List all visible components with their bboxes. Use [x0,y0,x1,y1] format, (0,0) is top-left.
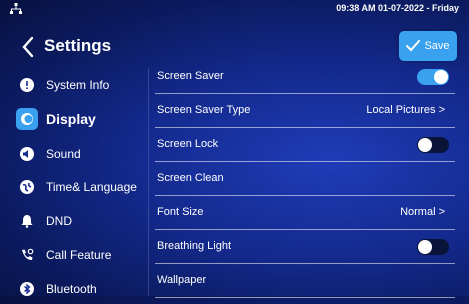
screen-lock-toggle[interactable] [417,137,449,153]
breathing-light-toggle[interactable] [417,239,449,255]
check-icon [406,40,421,52]
setting-label: Screen Saver Type [157,104,251,116]
sidebar-item-system-info[interactable]: System Info [12,70,148,100]
sidebar-item-sound[interactable]: Sound [12,139,148,169]
sidebar-item-time-language[interactable]: Time& Language [12,172,148,202]
status-datetime: 09:38 AM 01-07-2022 - Friday [336,3,459,13]
display-settings-list: Screen Saver Screen Saver Type Local Pic… [155,60,455,298]
sidebar-label: Display [46,111,96,127]
info-icon [20,78,34,92]
setting-font-size[interactable]: Font Size Normal > [155,196,455,230]
setting-label: Screen Lock [157,138,219,150]
setting-label: Font Size [157,206,204,218]
sidebar-item-call-feature[interactable]: Call Feature [12,240,148,270]
sidebar-label: DND [46,214,72,228]
setting-label: Breathing Light [157,240,231,252]
sidebar-divider [148,68,149,296]
setting-label: Screen Clean [157,172,224,184]
bluetooth-icon [20,282,34,296]
setting-value: Local Pictures > [366,104,445,116]
globe-icon [20,180,34,194]
sidebar-item-display[interactable]: Display [12,104,148,134]
sidebar-label: Call Feature [46,248,112,262]
sidebar-label: Sound [46,147,81,161]
sidebar-item-dnd[interactable]: DND [12,206,148,236]
setting-wallpaper[interactable]: Wallpaper [155,264,455,298]
setting-value: Normal > [400,206,445,218]
screen-saver-toggle[interactable] [417,69,449,85]
sidebar-item-bluetooth[interactable]: Bluetooth [12,274,148,304]
setting-label: Wallpaper [157,274,207,286]
page-title: Settings [44,36,112,55]
setting-screen-lock: Screen Lock [155,128,455,162]
sidebar-label: Bluetooth [46,282,97,296]
bell-icon [20,214,34,228]
toggle-knob [434,70,448,84]
back-chevron-icon[interactable] [18,34,40,60]
speaker-icon [20,147,34,161]
setting-label: Screen Saver [157,70,224,82]
sidebar-label: Time& Language [46,180,137,194]
setting-breathing-light: Breathing Light [155,230,455,264]
toggle-knob [418,240,432,254]
save-button[interactable]: Save [399,31,457,61]
status-bar: 09:38 AM 01-07-2022 - Friday [0,0,469,22]
setting-screen-saver: Screen Saver [155,60,455,94]
setting-screen-saver-type[interactable]: Screen Saver Type Local Pictures > [155,94,455,128]
setting-screen-clean[interactable]: Screen Clean [155,162,455,196]
save-label: Save [424,40,450,52]
sidebar-label: System Info [46,78,110,92]
toggle-knob [418,138,432,152]
phone-gear-icon [20,248,34,262]
network-icon [10,3,22,14]
display-icon [16,108,38,130]
